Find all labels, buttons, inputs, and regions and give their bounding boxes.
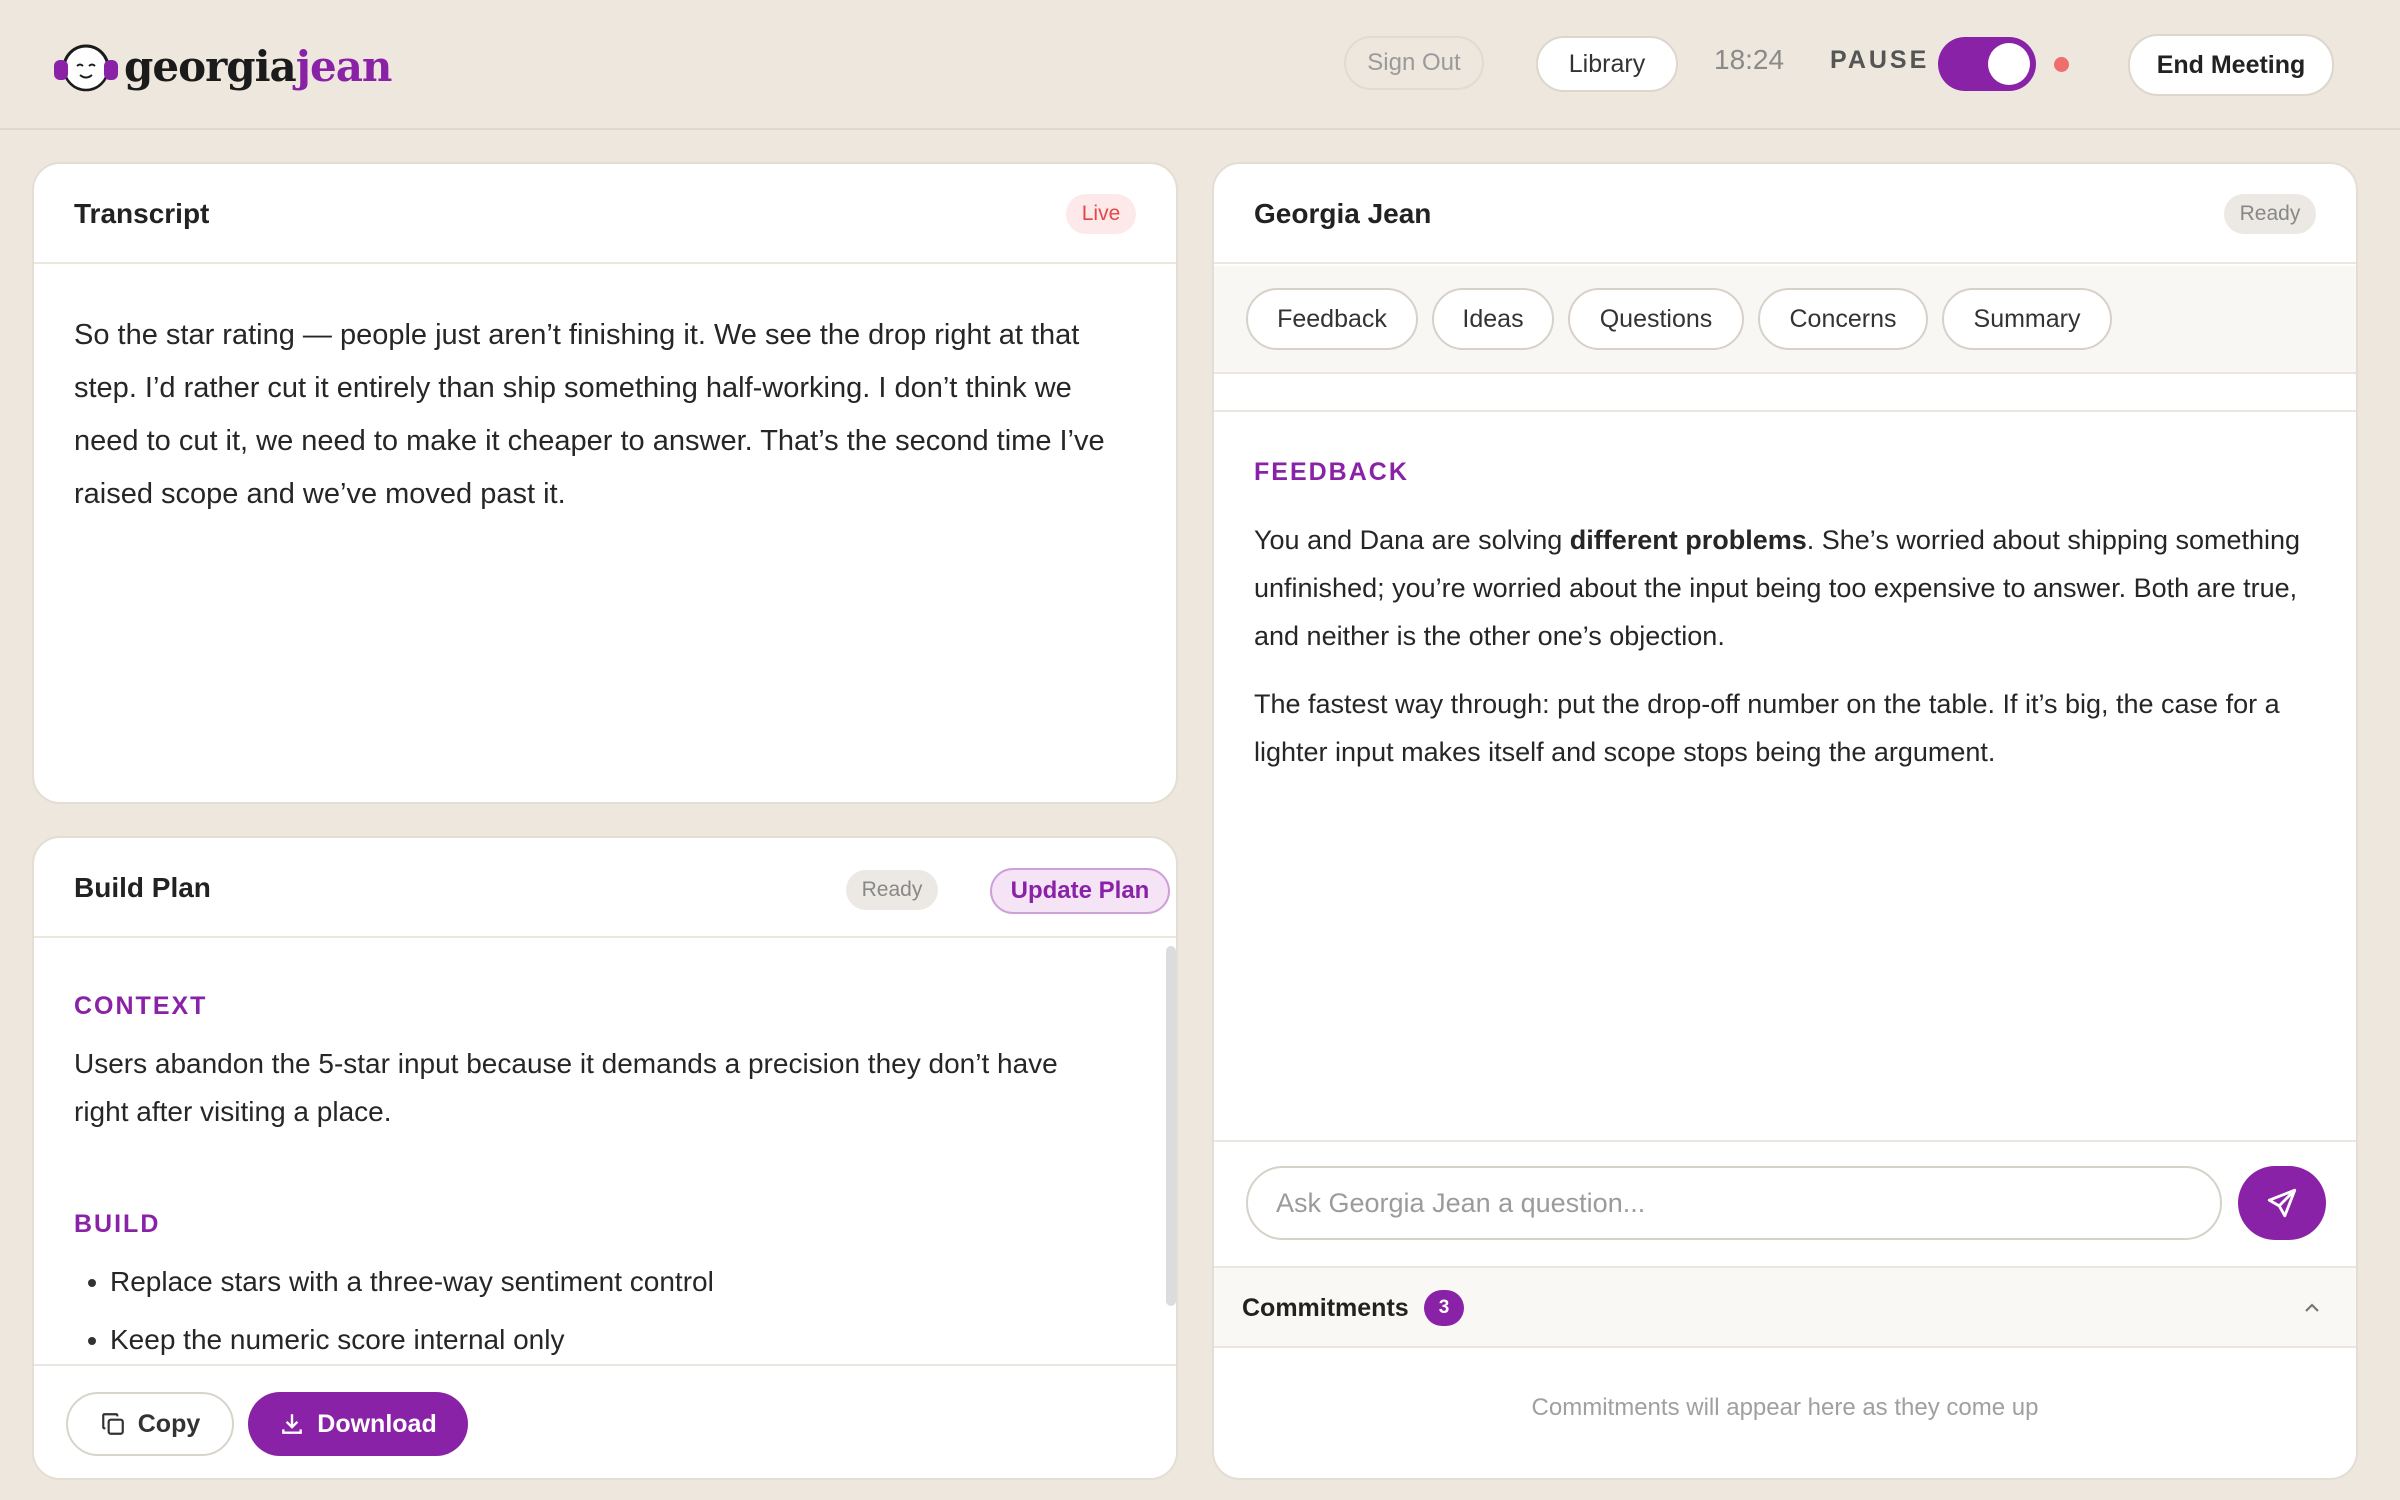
feedback-heading: FEEDBACK	[1254, 458, 1409, 486]
send-icon	[2267, 1188, 2297, 1218]
commitments-count-badge: 3	[1424, 1290, 1464, 1326]
context-text: Users abandon the 5-star input because i…	[74, 1048, 1058, 1127]
build-list: Replace stars with a three-way sentiment…	[74, 1258, 1114, 1360]
feedback-text-1: You and Dana are solving	[1254, 525, 1570, 555]
feedback-paragraph-1: You and Dana are solving different probl…	[1254, 516, 2314, 660]
build-plan-title: Build Plan	[74, 872, 211, 903]
build-plan-content[interactable]: CONTEXT Users abandon the 5-star input b…	[34, 940, 1176, 1360]
copy-button[interactable]: Copy	[66, 1392, 234, 1456]
ask-input[interactable]	[1246, 1166, 2222, 1240]
assistant-panel: Georgia Jean Ready Feedback Ideas Questi…	[1212, 162, 2358, 1480]
update-plan-button[interactable]: Update Plan	[990, 868, 1170, 914]
copy-icon	[101, 1413, 124, 1435]
pause-toggle[interactable]	[1938, 37, 2036, 91]
tab-concerns[interactable]: Concerns	[1758, 288, 1928, 350]
logo-wordmark: georgiajean	[124, 41, 393, 91]
recording-indicator	[2054, 57, 2069, 72]
assistant-tabs: Feedback Ideas Questions Concerns Summar…	[1214, 266, 2356, 374]
commitments-header[interactable]: Commitments 3	[1214, 1266, 2356, 1348]
build-plan-footer: Copy Download	[34, 1364, 1176, 1478]
top-bar: georgiajean Sign Out Library 18:24 PAUSE…	[0, 0, 2400, 130]
context-heading: CONTEXT	[74, 992, 208, 1020]
meeting-timer: 18:24	[1714, 44, 1785, 75]
tab-ideas[interactable]: Ideas	[1432, 288, 1554, 350]
build-plan-scrollbar[interactable]	[1166, 946, 1176, 1306]
end-meeting-button[interactable]: End Meeting	[2128, 34, 2334, 96]
tab-questions[interactable]: Questions	[1568, 288, 1744, 350]
logo: georgiajean	[52, 38, 393, 94]
toggle-knob	[1988, 43, 2030, 85]
download-button[interactable]: Download	[248, 1392, 468, 1456]
chevron-up-icon[interactable]	[2300, 1296, 2324, 1320]
logo-part-2: jean	[295, 41, 393, 91]
feedback-emphasis: different problems	[1569, 525, 1807, 555]
transcript-text: So the star rating — people just aren’t …	[74, 319, 1105, 510]
feedback-paragraph-2: The fastest way through: put the drop-of…	[1254, 689, 2280, 767]
download-label: Download	[317, 1409, 437, 1438]
send-button[interactable]	[2238, 1166, 2326, 1240]
assistant-status-badge: Ready	[2224, 194, 2316, 234]
download-icon	[282, 1414, 303, 1434]
list-item: Keep the numeric score internal only	[74, 1316, 1114, 1360]
library-button[interactable]: Library	[1536, 36, 1678, 92]
build-plan-status-badge: Ready	[846, 870, 938, 910]
transcript-panel: Transcript Live So the star rating — peo…	[32, 162, 1178, 804]
commitments-title: Commitments	[1242, 1294, 1409, 1322]
logo-part-1: georgia	[124, 41, 297, 91]
transcript-header: Transcript Live	[34, 164, 1176, 264]
ask-area	[1214, 1140, 2356, 1266]
sign-out-button[interactable]: Sign Out	[1344, 36, 1484, 90]
headphones-face-icon	[52, 38, 120, 94]
tab-summary[interactable]: Summary	[1942, 288, 2112, 350]
build-heading: BUILD	[74, 1210, 161, 1238]
divider	[1214, 410, 2356, 412]
commitments-empty-state: Commitments will appear here as they com…	[1531, 1394, 2039, 1421]
list-item: Replace stars with a three-way sentiment…	[74, 1258, 1114, 1316]
transcript-title: Transcript	[74, 198, 210, 229]
live-badge: Live	[1066, 194, 1136, 234]
copy-label: Copy	[137, 1409, 201, 1438]
tab-feedback[interactable]: Feedback	[1246, 288, 1418, 350]
build-plan-header: Build Plan Ready Update Plan	[34, 838, 1176, 938]
assistant-header: Georgia Jean Ready	[1214, 164, 2356, 264]
build-plan-panel: Build Plan Ready Update Plan CONTEXT Use…	[32, 836, 1178, 1480]
assistant-title: Georgia Jean	[1254, 198, 1432, 229]
pause-label: PAUSE	[1830, 46, 1930, 74]
